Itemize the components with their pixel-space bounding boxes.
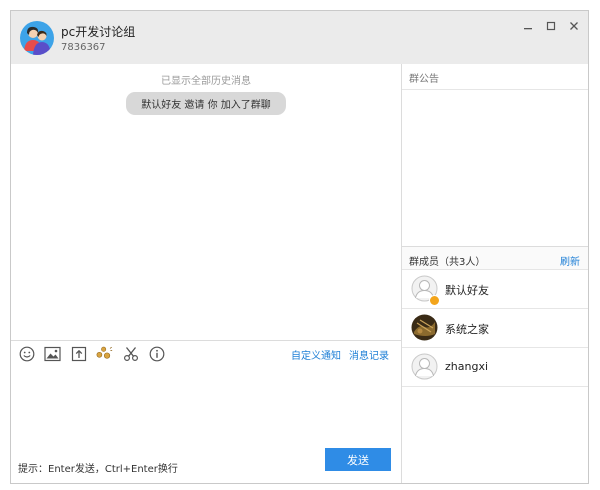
- member-item[interactable]: zhangxi: [402, 347, 588, 386]
- emoji-button[interactable]: [18, 345, 35, 362]
- photo-avatar-icon: [411, 314, 438, 341]
- minimize-button[interactable]: [519, 19, 536, 33]
- system-message: 默认好友 邀请 你 加入了群聊: [126, 92, 286, 115]
- group-notice-label: 群公告: [409, 74, 439, 85]
- window-controls: [519, 19, 582, 33]
- member-name: 系统之家: [445, 323, 489, 336]
- member-name: zhangxi: [445, 360, 489, 373]
- member-item[interactable]: 系统之家: [402, 308, 588, 347]
- members-title: 群成员（共3人）: [409, 257, 486, 268]
- refresh-link[interactable]: 刷新: [560, 253, 580, 268]
- avatar: [411, 314, 438, 341]
- composer-toolbar: 自定义通知 消息记录: [11, 341, 401, 367]
- info-button[interactable]: [148, 345, 165, 362]
- group-people-icon: [24, 26, 51, 55]
- system-message-row: 默认好友 邀请 你 加入了群聊: [11, 92, 401, 115]
- minimize-icon: [523, 28, 532, 30]
- image-icon: [44, 346, 61, 361]
- default-person-icon: [411, 353, 438, 380]
- image-button[interactable]: [44, 345, 61, 362]
- group-name: pc开发讨论组: [61, 25, 136, 39]
- shake-button[interactable]: [96, 345, 113, 362]
- send-button[interactable]: 发送: [325, 448, 391, 471]
- member-list-end: [402, 386, 588, 388]
- notice-divider: [402, 89, 588, 90]
- history-notice: 已显示全部历史消息: [161, 76, 251, 87]
- shake-icon: [96, 346, 113, 359]
- screenshot-button[interactable]: [122, 345, 139, 362]
- maximize-button[interactable]: [542, 19, 559, 33]
- title-bar: pc开发讨论组 7836367: [11, 11, 588, 64]
- message-area[interactable]: 已显示全部历史消息 默认好友 邀请 你 加入了群聊: [11, 64, 401, 340]
- custom-notify-link[interactable]: 自定义通知: [291, 347, 341, 362]
- file-upload-icon: [71, 346, 86, 361]
- close-button[interactable]: [565, 19, 582, 33]
- info-icon: [149, 346, 164, 361]
- member-name: 默认好友: [445, 284, 489, 297]
- send-hint: 提示：Enter发送，Ctrl+Enter换行: [18, 464, 178, 475]
- message-history-link[interactable]: 消息记录: [349, 347, 389, 362]
- message-input[interactable]: [11, 367, 401, 447]
- screenshot-scissors-icon: [123, 346, 138, 361]
- members-header: 群成员（共3人） 刷新: [402, 246, 588, 269]
- close-icon: [569, 22, 578, 30]
- member-item[interactable]: 默认好友: [402, 269, 588, 308]
- emoji-icon: [19, 346, 34, 361]
- chat-window: pc开发讨论组 7836367 已显示全部历史消息 默认好友 邀请 你 加入了群…: [10, 10, 589, 484]
- group-id: 7836367: [61, 42, 106, 53]
- group-avatar[interactable]: [20, 21, 54, 55]
- avatar: [411, 353, 438, 380]
- file-upload-button[interactable]: [70, 345, 87, 362]
- owner-badge-icon: [429, 295, 440, 306]
- maximize-icon: [546, 21, 555, 31]
